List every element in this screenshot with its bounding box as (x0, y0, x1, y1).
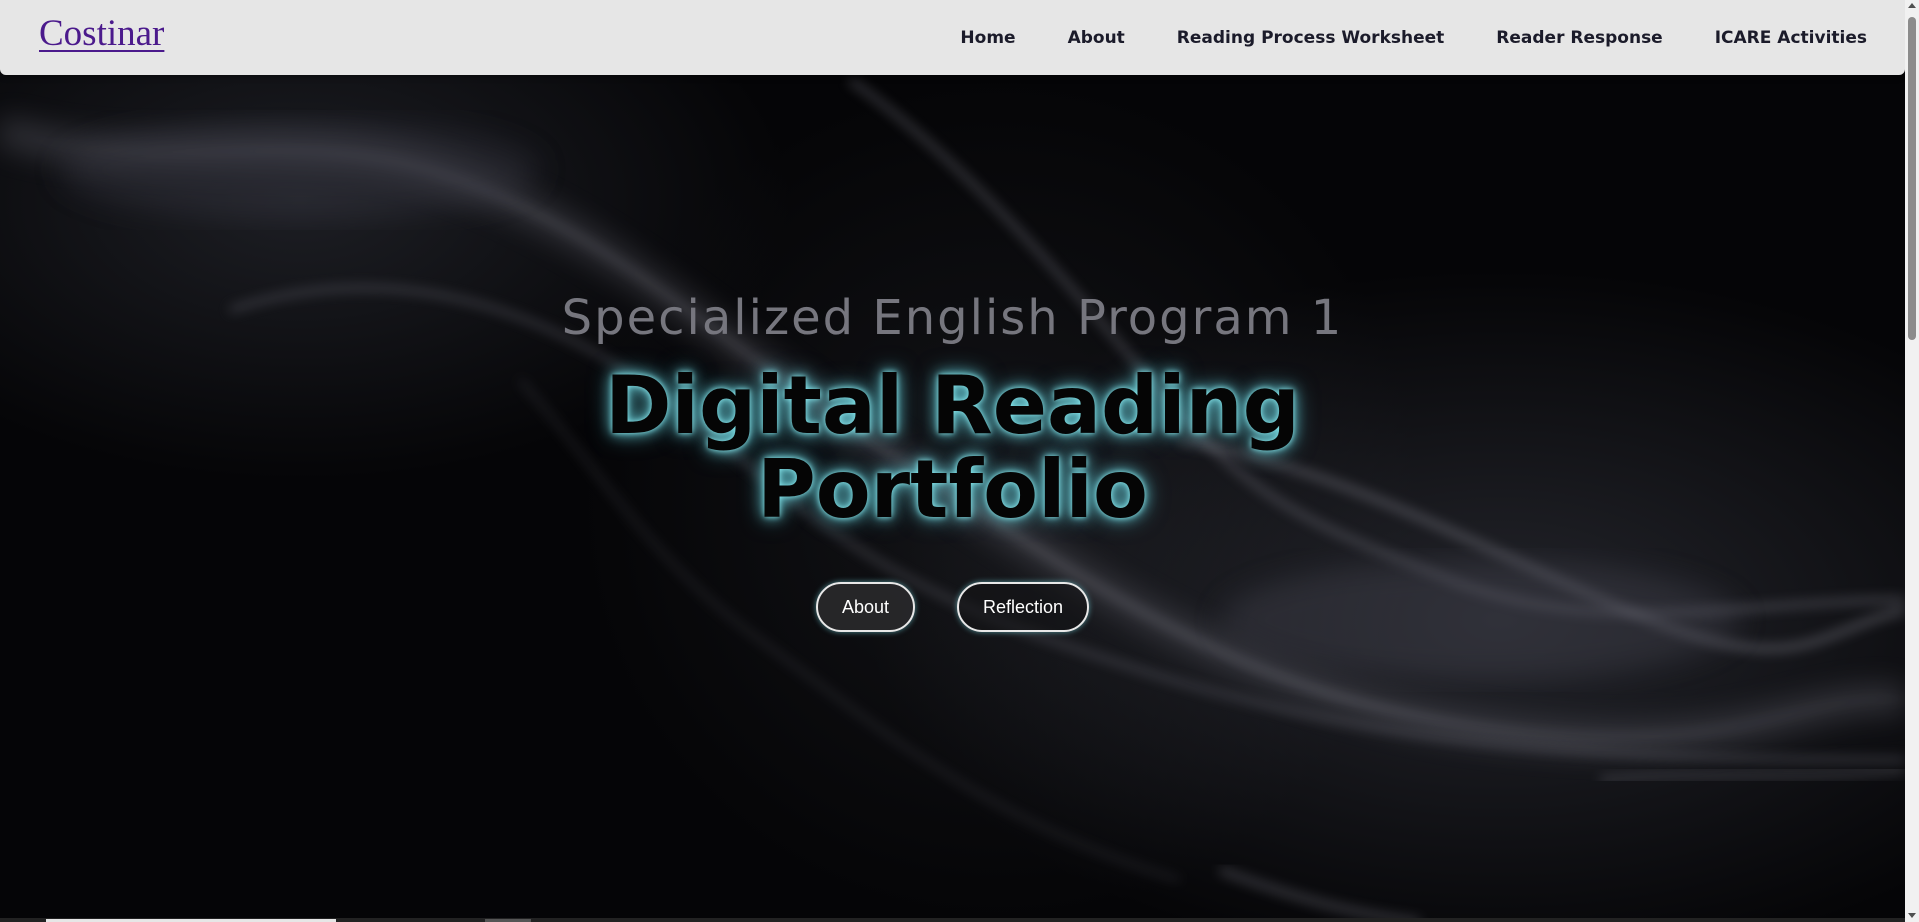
hero-title-line-1: Digital Reading (605, 359, 1300, 452)
page: Costinar Home About Reading Process Work… (0, 0, 1919, 922)
nav-links: Home About Reading Process Worksheet Rea… (908, 0, 1867, 75)
reflection-button[interactable]: Reflection (957, 582, 1090, 632)
horizontal-progress-bar (0, 918, 1905, 922)
hero-buttons: About Reflection (0, 582, 1905, 632)
scroll-down-arrow-icon[interactable] (1908, 913, 1916, 918)
nav-link-reading-process-worksheet[interactable]: Reading Process Worksheet (1177, 28, 1444, 48)
brand-logo-link[interactable]: Costinar (39, 12, 164, 55)
hero-title-line-2: Portfolio (757, 443, 1148, 536)
nav-link-about[interactable]: About (1068, 28, 1125, 48)
scroll-up-arrow-icon[interactable] (1908, 3, 1916, 8)
about-button[interactable]: About (815, 582, 915, 632)
top-navbar: Costinar Home About Reading Process Work… (0, 0, 1905, 75)
hero-title: Digital Reading Portfolio (0, 364, 1905, 532)
vertical-scrollbar[interactable] (1905, 0, 1919, 922)
nav-link-icare-activities[interactable]: ICARE Activities (1715, 28, 1867, 48)
scrollbar-thumb[interactable] (1908, 17, 1916, 340)
nav-link-reader-response[interactable]: Reader Response (1496, 28, 1662, 48)
hero-subtitle: Specialized English Program 1 (561, 290, 1344, 346)
nav-link-home[interactable]: Home (960, 28, 1015, 48)
